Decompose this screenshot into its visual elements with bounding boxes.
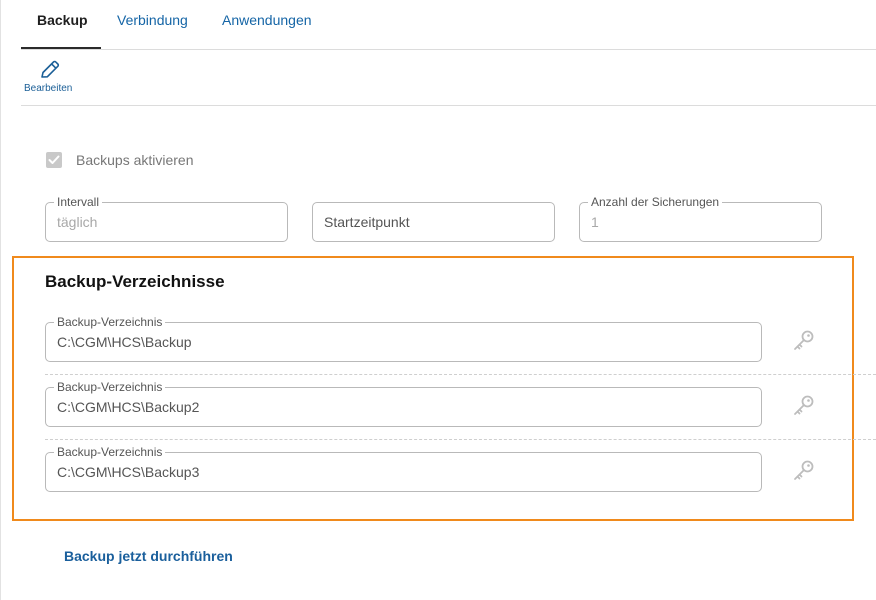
backup-directory-value: C:\CGM\HCS\Backup2 [57, 399, 200, 415]
toolbar: Bearbeiten [21, 50, 876, 106]
backup-directory-field-3[interactable]: Backup-Verzeichnis C:\CGM\HCS\Backup3 [45, 445, 762, 492]
tab-verbindung[interactable]: Verbindung [117, 12, 188, 28]
tab-anwendungen[interactable]: Anwendungen [222, 12, 312, 28]
backup-directory-value: C:\CGM\HCS\Backup3 [57, 464, 200, 480]
backup-count-value: 1 [591, 214, 599, 230]
backup-count-label: Anzahl der Sicherungen [588, 195, 723, 209]
interval-field[interactable]: Intervall täglich [45, 195, 288, 242]
start-time-field[interactable]: Startzeitpunkt [312, 202, 555, 242]
backup-directory-label: Backup-Verzeichnis [54, 380, 166, 394]
key-icon[interactable] [792, 328, 816, 352]
run-backup-now-button[interactable]: Backup jetzt durchführen [64, 548, 233, 565]
backup-directory-label: Backup-Verzeichnis [54, 315, 166, 329]
edit-button[interactable]: Bearbeiten [24, 58, 76, 98]
key-icon[interactable] [792, 393, 816, 417]
backup-directories-title: Backup-Verzeichnisse [45, 272, 225, 291]
row-separator [45, 374, 876, 375]
start-time-placeholder: Startzeitpunkt [324, 214, 410, 230]
key-icon[interactable] [792, 458, 816, 482]
pencil-icon [41, 60, 60, 78]
backup-directory-field-1[interactable]: Backup-Verzeichnis C:\CGM\HCS\Backup [45, 315, 762, 362]
checkmark-icon [48, 155, 60, 164]
backup-directory-field-2[interactable]: Backup-Verzeichnis C:\CGM\HCS\Backup2 [45, 380, 762, 427]
tab-bar: Backup Verbindung Anwendungen [21, 0, 876, 50]
enable-backups-label: Backups aktivieren [76, 152, 194, 168]
tab-backup[interactable]: Backup [37, 12, 88, 28]
interval-value: täglich [57, 214, 98, 230]
enable-backups-checkbox[interactable] [46, 152, 62, 168]
row-separator [45, 439, 876, 440]
backup-directory-value: C:\CGM\HCS\Backup [57, 334, 192, 350]
interval-label: Intervall [54, 195, 103, 209]
active-tab-indicator [21, 47, 101, 49]
edit-button-label: Bearbeiten [24, 83, 73, 94]
backup-directory-label: Backup-Verzeichnis [54, 445, 166, 459]
backup-count-field[interactable]: Anzahl der Sicherungen 1 [579, 195, 822, 242]
left-divider [0, 0, 1, 600]
